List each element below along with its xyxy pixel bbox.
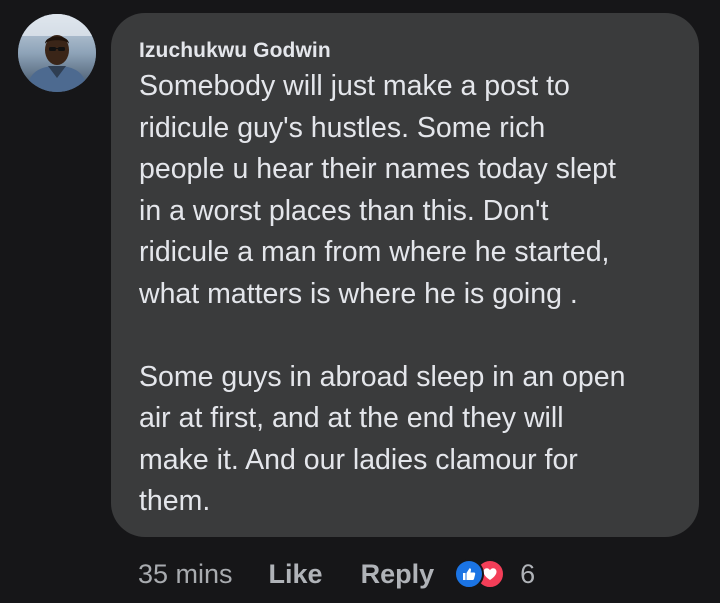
comment-line: make it. And our ladies clamour for — [139, 443, 578, 476]
avatar[interactable] — [18, 14, 96, 92]
comment-timestamp[interactable]: 35 mins — [138, 559, 233, 590]
reply-button[interactable]: Reply — [361, 559, 435, 590]
comment-line: ridicule guy's hustles. Some rich — [139, 111, 546, 144]
like-button[interactable]: Like — [269, 559, 323, 590]
comment-actions: 35 mins Like Reply 6 — [138, 556, 535, 592]
comment-line: in a worst places than this. Don't — [139, 194, 549, 227]
reactions-summary[interactable] — [454, 558, 514, 590]
comment-text: Somebody will just make a post to ridicu… — [139, 66, 679, 523]
comment-line: air at first, and at the end they will — [139, 402, 564, 434]
comment-line: Some guys in abroad sleep in an open — [139, 360, 626, 393]
comment-screen: Izuchukwu Godwin Somebody will just make… — [0, 0, 720, 603]
comment-line: Somebody will just make a post to — [139, 70, 570, 102]
like-icon — [454, 559, 485, 589]
comment-line: them. — [139, 485, 211, 517]
profile-photo — [18, 14, 96, 92]
comment-author[interactable]: Izuchukwu Godwin — [139, 39, 679, 63]
comment-line: people u hear their names today slept — [139, 153, 616, 185]
comment-line: ridicule a man from where he started, — [139, 236, 610, 268]
comment-bubble: Izuchukwu Godwin Somebody will just make… — [111, 13, 699, 537]
comment-line: what matters is where he is going . — [139, 277, 578, 310]
reaction-count[interactable]: 6 — [520, 559, 535, 590]
